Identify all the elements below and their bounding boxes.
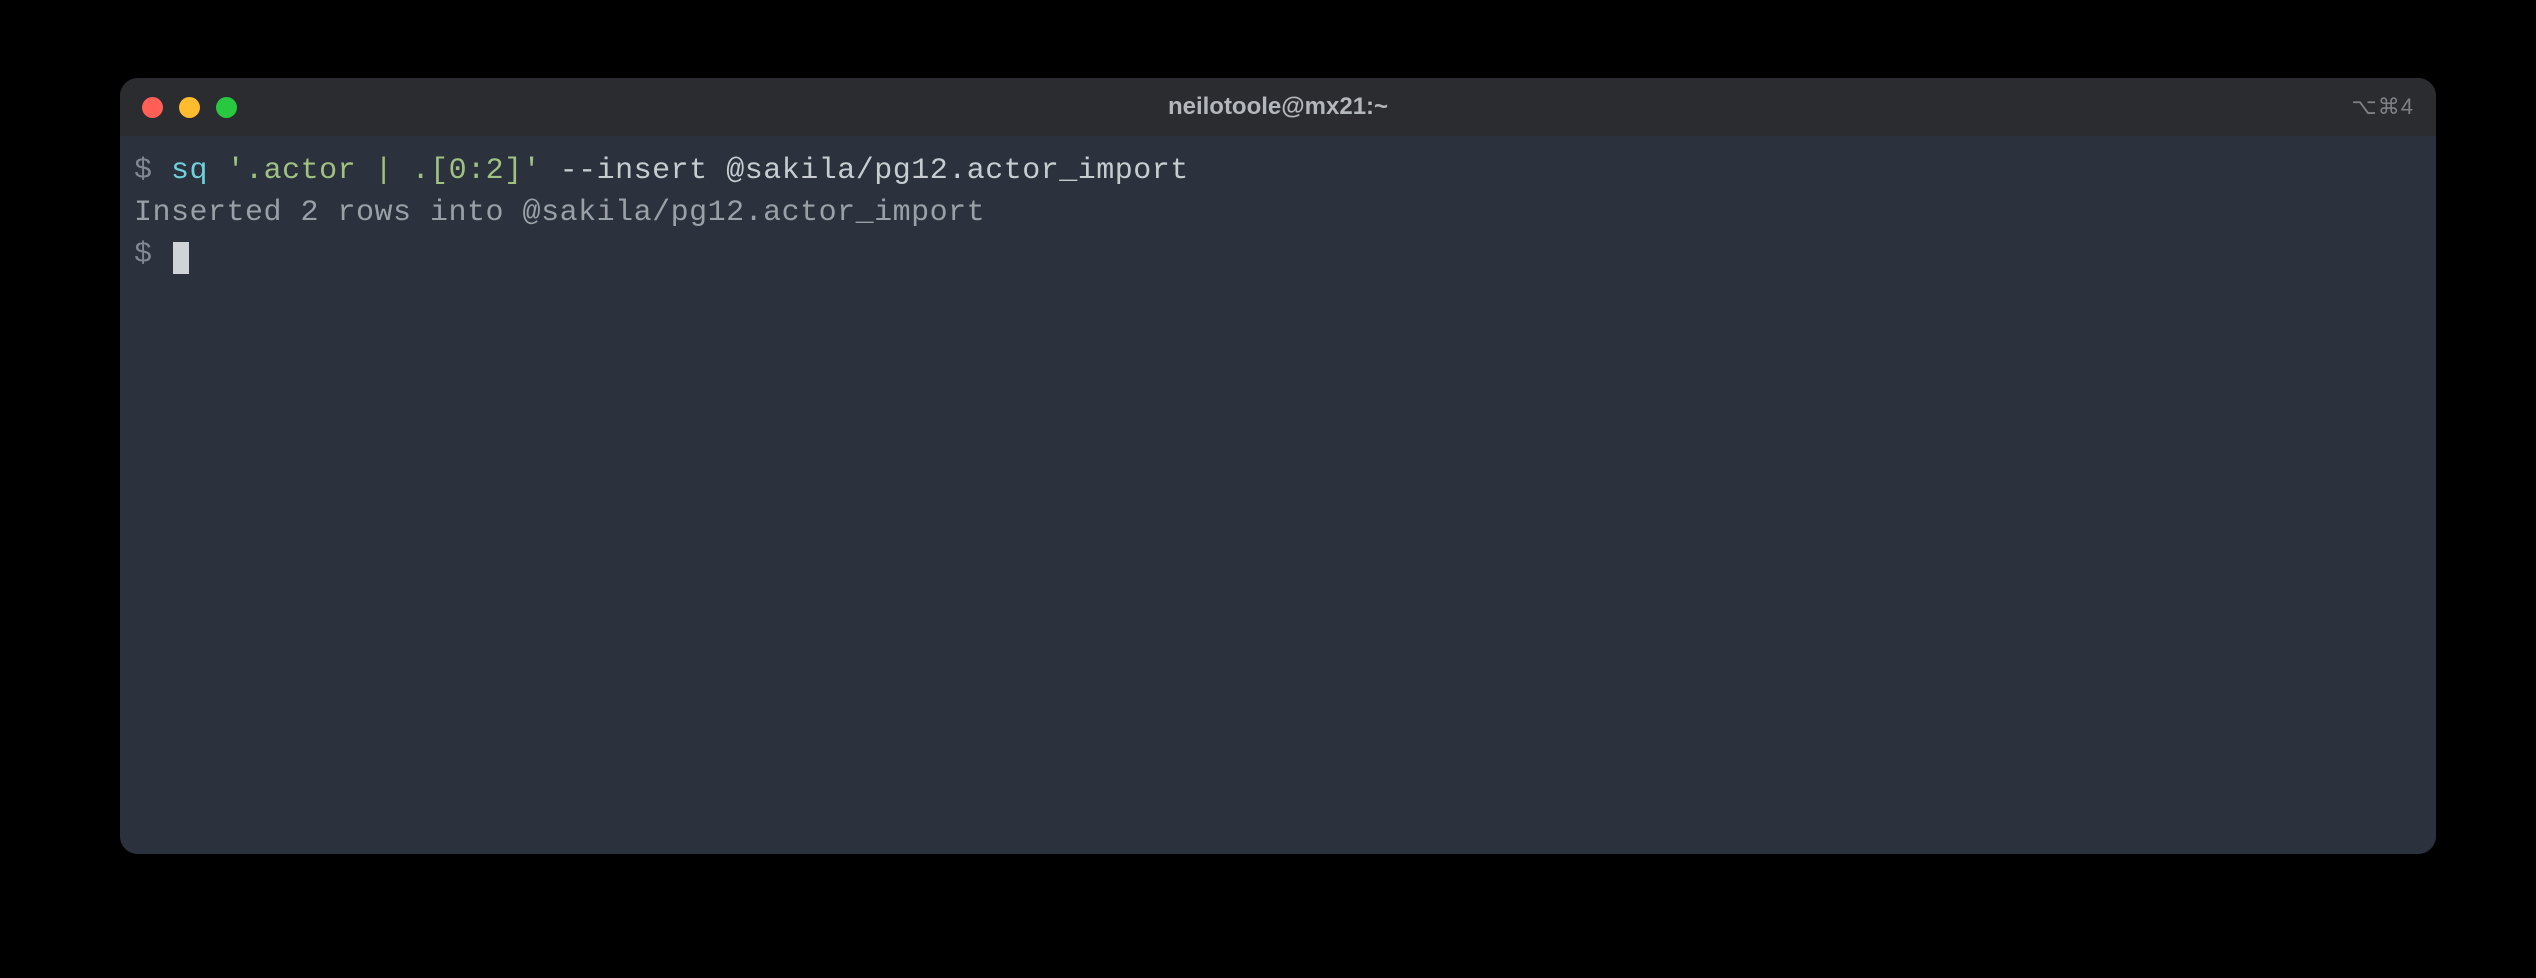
cursor-block-icon	[173, 242, 189, 274]
minimize-icon[interactable]	[179, 97, 200, 118]
zoom-icon[interactable]	[216, 97, 237, 118]
command-quoted-arg: '.actor | .[0:2]'	[227, 154, 542, 188]
traffic-lights	[120, 97, 237, 118]
command-flag: --insert	[560, 154, 708, 188]
window-title: neilotoole@mx21:~	[120, 93, 2436, 121]
window-shortcut-hint: ⌥⌘4	[2351, 94, 2414, 120]
stage: neilotoole@mx21:~ ⌥⌘4 $ sq '.actor | .[0…	[0, 0, 2536, 978]
prompt-symbol: $	[134, 238, 153, 272]
terminal-line-command: $ sq '.actor | .[0:2]' --insert @sakila/…	[134, 150, 2422, 192]
terminal-line-output: Inserted 2 rows into @sakila/pg12.actor_…	[134, 192, 2422, 234]
prompt-symbol: $	[134, 154, 153, 188]
terminal-body[interactable]: $ sq '.actor | .[0:2]' --insert @sakila/…	[120, 136, 2436, 854]
terminal-window: neilotoole@mx21:~ ⌥⌘4 $ sq '.actor | .[0…	[120, 78, 2436, 854]
close-icon[interactable]	[142, 97, 163, 118]
window-titlebar[interactable]: neilotoole@mx21:~ ⌥⌘4	[120, 78, 2436, 136]
command-target: @sakila/pg12.actor_import	[726, 154, 1189, 188]
command-name: sq	[171, 154, 208, 188]
terminal-line-prompt: $	[134, 234, 2422, 276]
